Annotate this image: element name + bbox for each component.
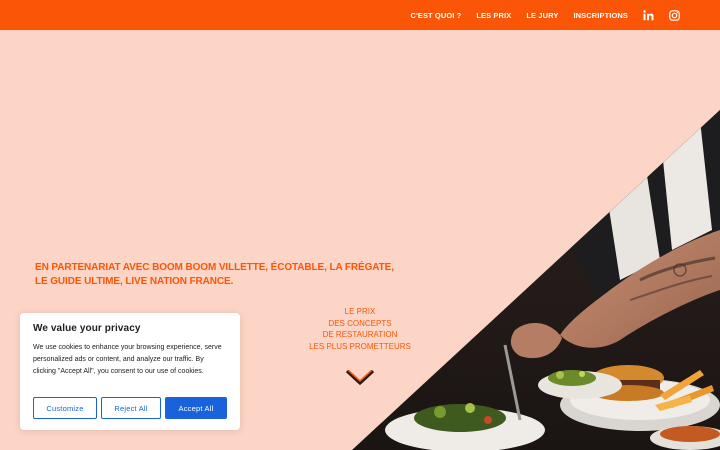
customize-button[interactable]: Customize — [33, 397, 97, 419]
cookie-description: We use cookies to enhance your browsing … — [33, 344, 222, 375]
cookie-consent-banner: We value your privacy We use cookies to … — [20, 313, 240, 430]
cookie-title: We value your privacy — [33, 323, 141, 334]
tagline-line-2: DES CONCEPTS — [328, 318, 392, 328]
tagline-line-3: DE RESTAURATION — [322, 330, 398, 339]
partner-text: EN PARTENARIAT AVEC BOOM BOOM VILLETTE, … — [35, 261, 395, 289]
partner-line-2: LE GUIDE ULTIME, LIVE NATION FRANCE. — [35, 276, 234, 287]
tagline-line-1: LE PRIX — [344, 307, 376, 316]
hero-tagline: LE PRIX DES CONCEPTS DE RESTAURATION LES… — [300, 306, 420, 352]
accept-all-button[interactable]: Accept All — [165, 397, 227, 419]
cookie-button-row: Customize Reject All Accept All — [33, 397, 227, 419]
tagline-line-4: LES PLUS PROMETTEURS — [309, 341, 411, 351]
chevron-down-icon[interactable] — [345, 368, 375, 386]
reject-all-button[interactable]: Reject All — [101, 397, 161, 419]
partner-line-1: EN PARTENARIAT AVEC BOOM BOOM VILLETTE, … — [35, 262, 394, 273]
